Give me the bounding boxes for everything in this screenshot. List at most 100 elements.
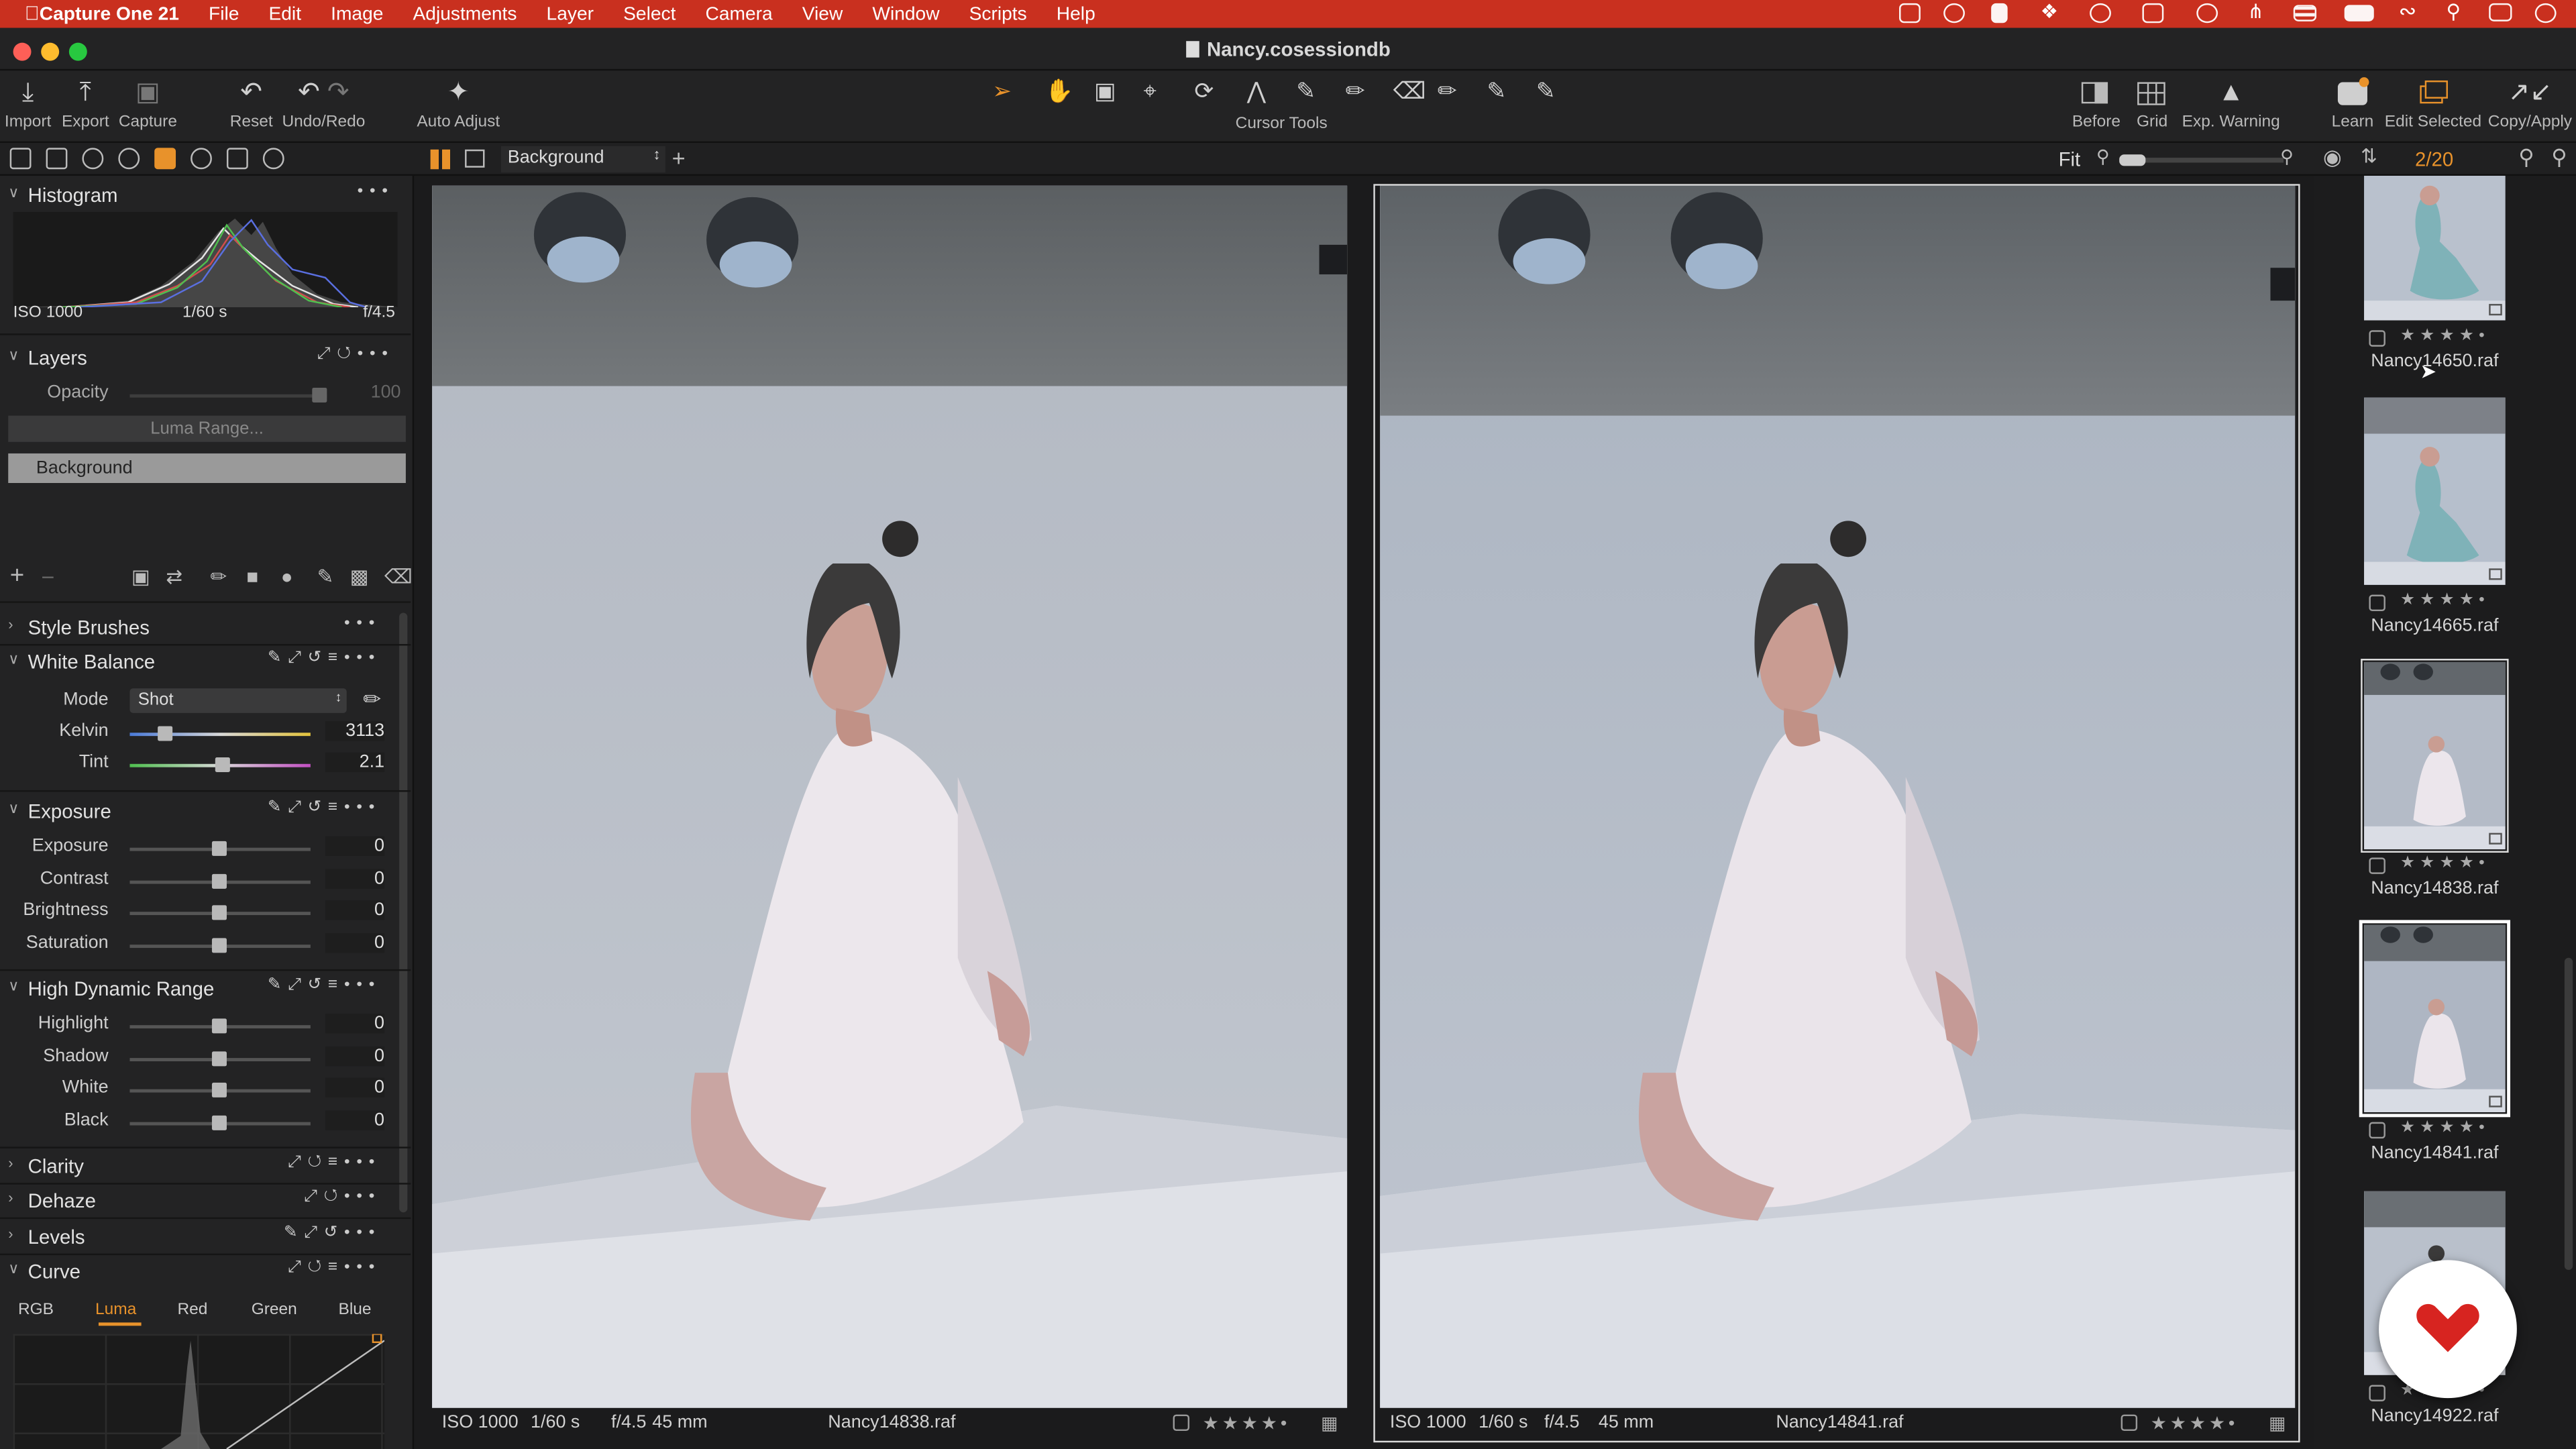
browser-thumbnail-1[interactable] <box>2364 176 2506 321</box>
browser-scrollbar[interactable] <box>2564 957 2573 1271</box>
remove-layer-icon[interactable]: − <box>41 564 54 590</box>
brightness-value[interactable]: 0 <box>325 900 385 920</box>
histogram-header[interactable]: ∨ Histogram ••• <box>0 179 411 212</box>
zoom-in-icon[interactable]: ⚲ <box>2280 146 2294 167</box>
menu-image[interactable]: Image <box>331 4 383 23</box>
menu-help[interactable]: Help <box>1057 4 1095 23</box>
brush-icon[interactable]: ✏ <box>1346 77 1365 105</box>
layer-select-dropdown[interactable]: Background ↕ <box>500 146 665 173</box>
highlight-slider-knob[interactable] <box>211 1018 227 1034</box>
browser-item-3-checkbox[interactable] <box>2369 857 2385 874</box>
eyedropper-icon[interactable]: ✏ <box>363 687 381 713</box>
app-status-icon[interactable] <box>1991 3 2008 23</box>
search-icon[interactable]: ⚲ <box>2447 0 2461 23</box>
export-button[interactable]: ⤒ Export <box>59 70 111 143</box>
saturation-slider-knob[interactable] <box>211 938 227 953</box>
black-value[interactable]: 0 <box>325 1110 385 1130</box>
saturation-value[interactable]: 0 <box>325 933 385 953</box>
screen-icon[interactable] <box>2142 3 2164 23</box>
menu-view[interactable]: View <box>802 4 843 23</box>
exposure-warning-button[interactable]: ▲ Exp. Warning <box>2178 70 2284 143</box>
select-cursor-icon[interactable]: ➢ <box>992 77 1012 105</box>
creative-cloud-icon[interactable] <box>1943 3 1965 23</box>
viewer-right-color-tag-icon[interactable]: ▦ <box>2269 1413 2286 1434</box>
curve-tab-luma[interactable]: Luma <box>95 1301 136 1320</box>
gradient-icon[interactable]: ✏ <box>1438 77 1457 105</box>
dropbox-icon[interactable]: ❖ <box>2041 0 2058 23</box>
contrast-slider-knob[interactable] <box>211 873 227 889</box>
sync-icon[interactable] <box>2090 3 2111 23</box>
keystone-icon[interactable]: ⋀ <box>1247 77 1266 105</box>
lens-tab-icon[interactable] <box>82 148 104 170</box>
browser-thumbnail-2[interactable] <box>2364 397 2506 585</box>
details-tab-icon[interactable] <box>191 148 212 170</box>
menu-edit[interactable]: Edit <box>268 4 301 23</box>
menu-layer[interactable]: Layer <box>547 4 594 23</box>
mask-view-icon[interactable]: ▣ <box>131 565 150 588</box>
highlight-value[interactable]: 0 <box>325 1014 385 1034</box>
learn-button[interactable]: Learn <box>2330 70 2376 143</box>
browser-item-4-checkbox[interactable] <box>2369 1122 2385 1139</box>
browser-item-1-checkbox[interactable] <box>2369 330 2385 347</box>
multi-view-icon[interactable] <box>430 149 451 170</box>
zoom-slider-knob[interactable] <box>2119 154 2146 166</box>
linear-gradient-icon[interactable]: ■ <box>246 565 258 588</box>
exposure-tab-icon[interactable] <box>154 148 176 170</box>
menu-adjustments[interactable]: Adjustments <box>413 4 517 23</box>
auto-adjust-button[interactable]: ✦ Auto Adjust <box>414 70 502 143</box>
dehaze-actions-icon[interactable]: ⤢↺••• <box>304 1188 381 1206</box>
picker-icon[interactable]: ✎ <box>1487 77 1506 105</box>
kelvin-value[interactable]: 3113 <box>325 721 385 741</box>
eye-icon[interactable]: ◉ <box>2323 145 2342 171</box>
hdr-actions-icon[interactable]: ✎⤢↺≡••• <box>268 976 381 994</box>
viewer-right-select-checkbox[interactable] <box>2121 1414 2138 1432</box>
opacity-value[interactable]: 100 <box>338 383 401 402</box>
loupe-icon[interactable]: ▣ <box>1094 77 1116 105</box>
eraser-icon[interactable]: ⌫ <box>1393 77 1426 105</box>
spot-removal-icon[interactable]: ✎ <box>1296 77 1316 105</box>
browser-search-icon[interactable]: ⚲ <box>2518 145 2534 171</box>
color-tab-icon[interactable] <box>118 148 140 170</box>
curve-header[interactable]: ∨ Curve ⤢↺≡••• <box>0 1255 411 1288</box>
brightness-slider-knob[interactable] <box>211 905 227 920</box>
import-button[interactable]: ⤓ Import <box>3 70 52 143</box>
viewer-right-rating[interactable]: ★★★★• <box>2151 1413 2239 1434</box>
menu-select[interactable]: Select <box>623 4 676 23</box>
opacity-slider-track[interactable] <box>129 394 327 398</box>
wb-mode-dropdown[interactable]: Shot ↕ <box>129 688 347 713</box>
clock-icon[interactable] <box>2196 3 2218 23</box>
hdr-header[interactable]: ∨ High Dynamic Range ✎⤢↺≡••• <box>0 973 411 1006</box>
curve-tab-red[interactable]: Red <box>177 1301 207 1320</box>
erase-mask-icon[interactable]: ⌫ <box>384 565 413 588</box>
browser-zoom-icon[interactable]: ⚲ <box>2551 145 2567 171</box>
layer-background[interactable]: Background <box>8 453 406 483</box>
capture-tab-icon[interactable] <box>46 148 68 170</box>
menu-window[interactable]: Window <box>872 4 939 23</box>
camera-status-icon[interactable] <box>1899 3 1921 23</box>
reset-button[interactable]: ↶ Reset <box>227 70 276 143</box>
control-center-icon[interactable] <box>2489 3 2512 21</box>
pan-hand-icon[interactable]: ✋ <box>1045 77 1074 105</box>
tint-slider-knob[interactable] <box>215 757 230 773</box>
browser-item-2-stars[interactable]: ★★★★• <box>2400 592 2489 610</box>
radial-gradient-icon[interactable]: ● <box>281 565 293 588</box>
capture-button[interactable]: ▣ Capture <box>118 70 177 143</box>
menu-app-name[interactable]: Capture One 21 <box>40 4 179 23</box>
menu-file[interactable]: File <box>209 4 239 23</box>
levels-actions-icon[interactable]: ✎⤢↺••• <box>284 1224 381 1242</box>
curve-graph[interactable] <box>13 1333 385 1449</box>
browser-item-4-stars[interactable]: ★★★★• <box>2400 1119 2489 1137</box>
menu-camera[interactable]: Camera <box>705 4 772 23</box>
grid-button[interactable]: Grid <box>2129 70 2176 143</box>
layers-header[interactable]: ∨ Layers ⤢↺••• <box>0 341 411 374</box>
copy-apply-button[interactable]: ↗↙ Copy/Apply <box>2487 70 2573 143</box>
undo-redo-button[interactable]: ↶ ↷ Undo/Redo <box>281 70 366 143</box>
black-slider-knob[interactable] <box>211 1115 227 1130</box>
viewer-left-color-tag-icon[interactable]: ▦ <box>1321 1413 1338 1434</box>
white-value[interactable]: 0 <box>325 1077 385 1097</box>
shadow-slider-knob[interactable] <box>211 1051 227 1067</box>
add-layer-icon[interactable]: + <box>672 145 686 171</box>
flag-icon[interactable] <box>2293 5 2317 21</box>
siri-icon[interactable] <box>2534 3 2557 23</box>
levels-header[interactable]: › Levels ✎⤢↺••• <box>0 1221 411 1254</box>
